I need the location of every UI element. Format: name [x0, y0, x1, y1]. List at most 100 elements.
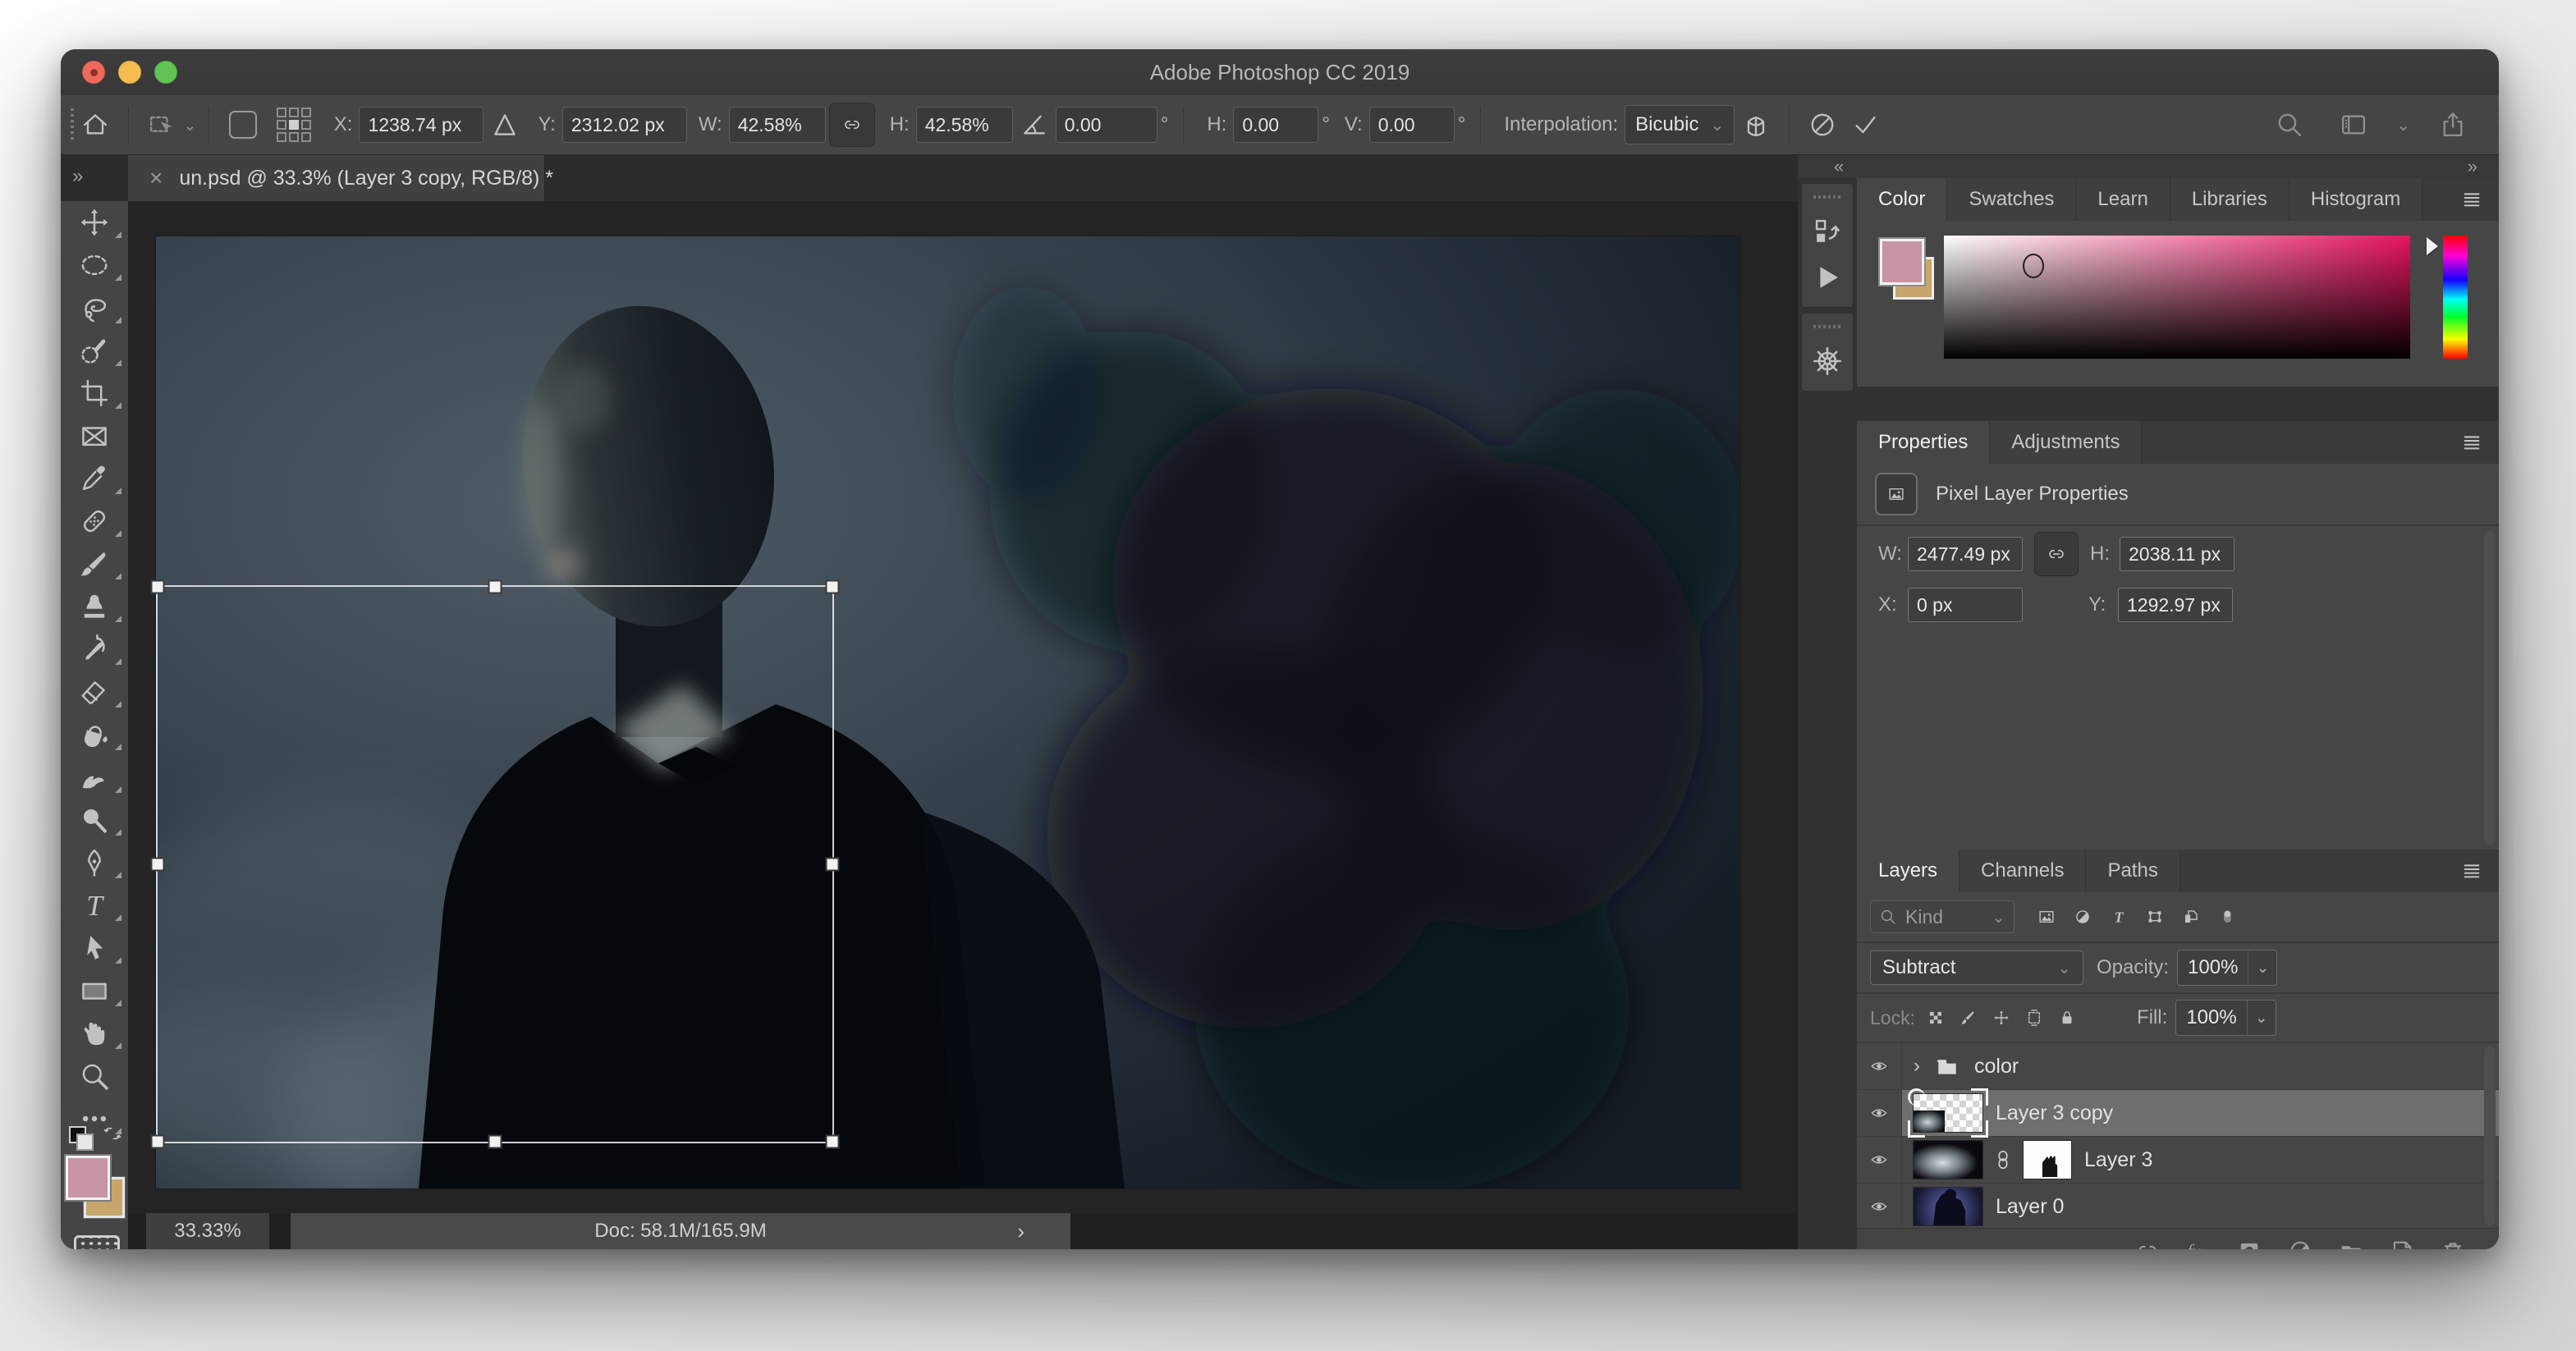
- clone-stamp-tool[interactable]: [61, 585, 128, 628]
- crop-tool[interactable]: [61, 372, 128, 414]
- commit-transform-button[interactable]: [1844, 103, 1886, 146]
- rotation-field[interactable]: [1055, 107, 1157, 143]
- layer-row-color-group[interactable]: › color: [1857, 1043, 2499, 1090]
- color-cursor[interactable]: [2023, 254, 2044, 278]
- tab-histogram[interactable]: Histogram: [2289, 178, 2423, 221]
- dodge-tool[interactable]: [61, 799, 128, 841]
- tab-close-icon[interactable]: ×: [149, 167, 163, 190]
- workspace-chevron-icon[interactable]: ⌄: [2396, 115, 2410, 135]
- tab-properties[interactable]: Properties: [1857, 421, 1991, 464]
- group-expand-chevron[interactable]: ›: [1914, 1055, 1920, 1078]
- blend-mode-dropdown[interactable]: Subtract ⌄: [1870, 950, 2083, 985]
- dock-expand-chevron[interactable]: »: [2468, 156, 2477, 177]
- visibility-toggle[interactable]: [1857, 1090, 1902, 1136]
- pen-tool[interactable]: [61, 841, 128, 884]
- foreground-color-swatch[interactable]: [64, 1154, 112, 1202]
- opacity-dropdown[interactable]: 100% ⌄: [2177, 950, 2278, 986]
- zoom-tool[interactable]: [61, 1055, 128, 1097]
- tab-layers[interactable]: Layers: [1857, 850, 1960, 892]
- h-skew-field[interactable]: [1233, 107, 1319, 143]
- tab-adjustments[interactable]: Adjustments: [1990, 421, 2143, 464]
- reference-point-checkbox[interactable]: [228, 111, 257, 139]
- layers-panel-menu-icon[interactable]: [2461, 859, 2482, 881]
- lock-transparency-icon[interactable]: [1927, 1009, 1945, 1027]
- type-tool[interactable]: T: [61, 884, 128, 927]
- window-titlebar[interactable]: Adobe Photoshop CC 2019: [61, 49, 2499, 96]
- home-button[interactable]: [74, 103, 117, 146]
- tab-paths[interactable]: Paths: [2086, 850, 2180, 892]
- layer-mask-thumbnail[interactable]: [2024, 1141, 2071, 1179]
- default-colors-button[interactable]: [69, 1126, 94, 1151]
- status-expand-icon[interactable]: ›: [1017, 1219, 1024, 1244]
- tab-libraries[interactable]: Libraries: [2170, 178, 2290, 221]
- path-selection-tool[interactable]: [61, 927, 128, 969]
- history-brush-tool[interactable]: [61, 628, 128, 671]
- hue-slider[interactable]: [2443, 236, 2468, 359]
- layer-style-button[interactable]: fx: [2185, 1238, 2212, 1249]
- rectangle-tool[interactable]: [61, 969, 128, 1012]
- layer-row-layer-3-copy[interactable]: Layer 3 copy: [1857, 1088, 2499, 1138]
- swap-colors-button[interactable]: [103, 1124, 121, 1143]
- lock-position-icon[interactable]: [1992, 1009, 2010, 1027]
- smudge-tool[interactable]: [61, 756, 128, 799]
- rotate-button[interactable]: [1013, 103, 1056, 146]
- panel-grip[interactable]: [1813, 323, 1841, 330]
- tab-color[interactable]: Color: [1857, 178, 1948, 221]
- lasso-tool[interactable]: [61, 286, 128, 329]
- v-skew-field[interactable]: [1368, 107, 1455, 143]
- frame-tool[interactable]: [61, 414, 128, 457]
- foreground-color-well[interactable]: [1878, 237, 1926, 286]
- tab-learn[interactable]: Learn: [2076, 178, 2170, 221]
- zoom-level-field[interactable]: 33.33%: [146, 1213, 269, 1249]
- lock-artboard-icon[interactable]: [2025, 1009, 2043, 1027]
- move-tool[interactable]: [61, 201, 128, 244]
- filter-shape-layers-icon[interactable]: [2146, 908, 2164, 926]
- filter-toggle-icon[interactable]: [2218, 908, 2236, 926]
- actions-panel-button[interactable]: [1802, 254, 1853, 300]
- filter-pixel-layers-icon[interactable]: [2037, 908, 2056, 926]
- lock-pixels-icon[interactable]: [1960, 1009, 1978, 1027]
- quick-mask-button[interactable]: [74, 1235, 120, 1249]
- layer-row-layer-0[interactable]: Layer 0: [1857, 1184, 2499, 1230]
- eraser-tool[interactable]: [61, 671, 128, 713]
- layers-scrollbar[interactable]: [2484, 1046, 2496, 1225]
- warp-mode-button[interactable]: [1735, 103, 1777, 146]
- new-adjustment-layer-button[interactable]: [2287, 1238, 2313, 1249]
- link-layers-button[interactable]: [2134, 1238, 2161, 1249]
- layer-filter-dropdown[interactable]: Kind ⌄: [1870, 900, 2015, 933]
- tab-channels[interactable]: Channels: [1960, 850, 2087, 892]
- properties-scrollbar[interactable]: [2484, 531, 2496, 845]
- new-group-button[interactable]: [2338, 1238, 2364, 1249]
- visibility-toggle[interactable]: [1857, 1043, 1902, 1089]
- spot-healing-brush-tool[interactable]: [61, 500, 128, 543]
- saturation-brightness-field[interactable]: [1944, 236, 2410, 359]
- visibility-toggle[interactable]: [1857, 1184, 1902, 1230]
- layer-width-field[interactable]: [1908, 537, 2023, 571]
- add-layer-mask-button[interactable]: [2236, 1238, 2262, 1249]
- delete-layer-button[interactable]: [2440, 1238, 2466, 1249]
- hand-tool[interactable]: [61, 1012, 128, 1055]
- tools-dock-expand-chevron[interactable]: »: [72, 165, 83, 187]
- visibility-toggle[interactable]: [1857, 1137, 1902, 1183]
- document-size-status[interactable]: Doc: 58.1M/165.9M ›: [291, 1213, 1070, 1249]
- navigator-panel-button[interactable]: [1802, 338, 1853, 384]
- layer-y-field[interactable]: [2118, 588, 2233, 622]
- relative-position-button[interactable]: [484, 103, 526, 146]
- history-panel-button[interactable]: [1802, 208, 1853, 254]
- y-position-field[interactable]: [561, 107, 687, 143]
- document-tab[interactable]: × un.psd @ 33.3% (Layer 3 copy, RGB/8) *: [128, 155, 553, 201]
- canvas-area[interactable]: 33.33% Doc: 58.1M/165.9M ›: [128, 201, 1798, 1249]
- share-button[interactable]: [2432, 103, 2474, 146]
- prop-link-button[interactable]: [2034, 532, 2079, 576]
- maintain-aspect-ratio-button[interactable]: [828, 103, 875, 147]
- elliptical-marquee-tool[interactable]: [61, 244, 128, 286]
- workspace-switcher-button[interactable]: [2332, 103, 2375, 146]
- tool-preset-button[interactable]: [140, 103, 183, 146]
- x-position-field[interactable]: [359, 107, 484, 143]
- width-scale-field[interactable]: [728, 107, 826, 143]
- filter-smart-objects-icon[interactable]: [2182, 908, 2200, 926]
- reference-point-locator[interactable]: [276, 108, 311, 142]
- layer-height-field[interactable]: [2120, 537, 2235, 571]
- tool-preset-chevron-icon[interactable]: ⌄: [183, 115, 197, 135]
- layer-thumbnail[interactable]: [1908, 1088, 1988, 1138]
